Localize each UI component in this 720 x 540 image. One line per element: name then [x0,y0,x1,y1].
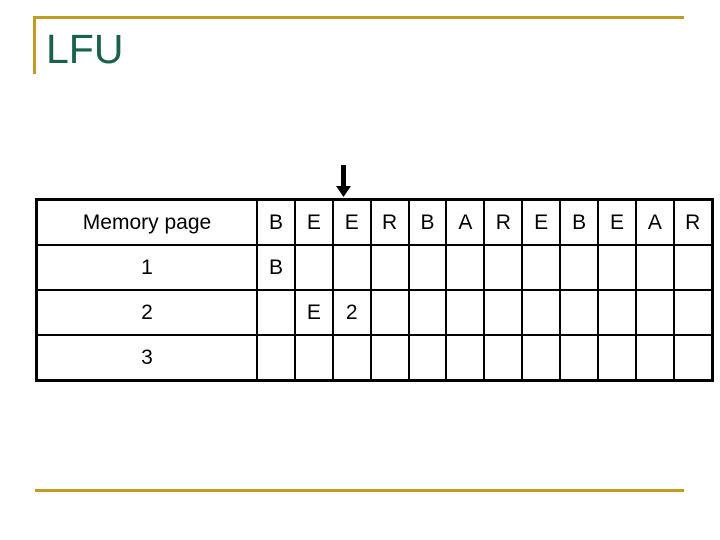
reference-cell: B [407,198,448,246]
reference-cell: R [483,198,524,246]
reference-cell: E [331,198,372,246]
frame-cell [256,334,296,382]
frame-cell [331,244,372,291]
frame-cell [483,334,524,382]
reference-cell: A [634,198,675,246]
frame-cell: 2 [331,289,372,336]
reference-cell: E [597,198,637,246]
frame-cell [445,244,486,291]
frame-cell [559,334,600,382]
memory-page-table: Memory page B E E R B A R E B E A R 1 B [35,198,714,382]
down-arrow-icon [331,165,357,198]
reference-cell: A [445,198,486,246]
frame-cell [483,289,524,336]
frame-cell [672,244,714,291]
frame-cell [407,289,448,336]
frame-cell [369,334,410,382]
frame-cell [293,334,334,382]
frame-cell [597,334,637,382]
frame-cell [445,289,486,336]
frame-cell [407,244,448,291]
frame-cell [521,334,562,382]
frame-cell [559,289,600,336]
page-title: LFU [46,26,124,72]
table-row: 3 [35,334,714,382]
frame-cell [634,244,675,291]
footer-rule [35,489,684,492]
frame-cell [521,289,562,336]
frame-cell [634,334,675,382]
frame-cell [407,334,448,382]
frame-cell [672,289,714,336]
frame-cell: B [256,244,296,291]
table-row: 2 E 2 [35,289,714,336]
frame-cell [331,334,372,382]
table-header-row: Memory page B E E R B A R E B E A R [35,198,714,246]
frame-cell [256,289,296,336]
frame-cell: E [293,289,334,336]
reference-cell: B [559,198,600,246]
row-label: 3 [35,334,258,382]
frame-cell [369,289,410,336]
reference-cell: R [369,198,410,246]
frame-cell [597,244,637,291]
row-label: 1 [35,244,258,291]
frame-cell [521,244,562,291]
reference-cell: E [293,198,334,246]
row-label-header: Memory page [35,198,258,246]
frame-cell [445,334,486,382]
frame-cell [559,244,600,291]
reference-cell: E [521,198,562,246]
reference-cell: B [256,198,296,246]
frame-cell [672,334,714,382]
frame-cell [634,289,675,336]
frame-cell [293,244,334,291]
frame-cell [483,244,524,291]
reference-cell: R [672,198,714,246]
title-top-rule [33,16,684,19]
row-label: 2 [35,289,258,336]
title-left-rule [33,16,36,74]
table-row: 1 B [35,244,714,291]
frame-cell [597,289,637,336]
frame-cell [369,244,410,291]
